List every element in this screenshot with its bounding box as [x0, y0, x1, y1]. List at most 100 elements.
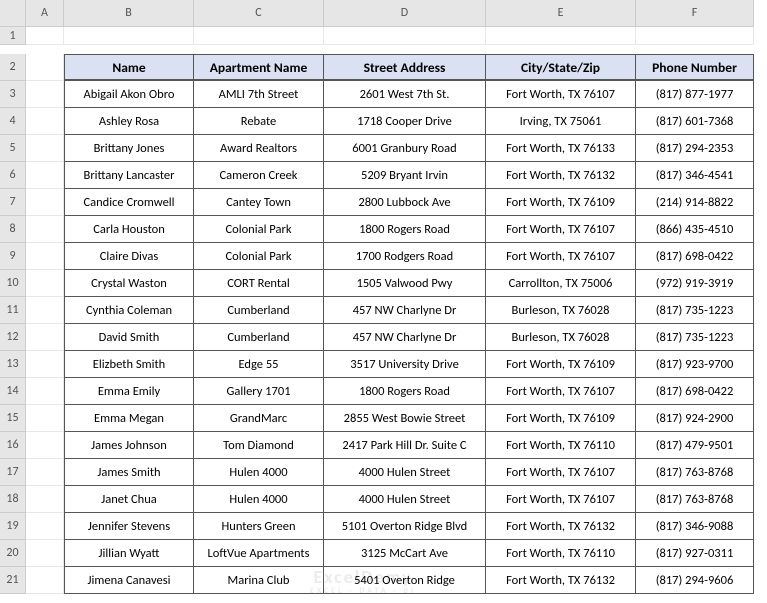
table-header-apartment[interactable]: Apartment Name: [194, 54, 324, 81]
cell-name[interactable]: Emma Megan: [64, 405, 194, 432]
table-header-street[interactable]: Street Address: [324, 54, 486, 81]
cell-apartment[interactable]: Hulen 4000: [194, 459, 324, 486]
cell-A3[interactable]: [26, 81, 64, 108]
cell-city[interactable]: Fort Worth, TX 76132: [486, 567, 636, 594]
col-header-F[interactable]: F: [636, 0, 754, 27]
cell-city[interactable]: Irving, TX 75061: [486, 108, 636, 135]
row-header-11[interactable]: 11: [0, 297, 26, 324]
cell-city[interactable]: Fort Worth, TX 76107: [486, 486, 636, 513]
cell-phone[interactable]: (817) 346-9088: [636, 513, 754, 540]
cell-apartment[interactable]: Marina Club: [194, 567, 324, 594]
cell-apartment[interactable]: GrandMarc: [194, 405, 324, 432]
cell-city[interactable]: Fort Worth, TX 76107: [486, 459, 636, 486]
cell-A20[interactable]: [26, 540, 64, 567]
cell-A14[interactable]: [26, 378, 64, 405]
cell-phone[interactable]: (972) 919-3919: [636, 270, 754, 297]
cell-city[interactable]: Fort Worth, TX 76132: [486, 513, 636, 540]
row-header-8[interactable]: 8: [0, 216, 26, 243]
cell-apartment[interactable]: Award Realtors: [194, 135, 324, 162]
row-header-13[interactable]: 13: [0, 351, 26, 378]
cell-C1[interactable]: [194, 27, 324, 45]
cell-street[interactable]: 2800 Lubbock Ave: [324, 189, 486, 216]
cell-A4[interactable]: [26, 108, 64, 135]
cell-name[interactable]: Elizbeth Smith: [64, 351, 194, 378]
col-header-D[interactable]: D: [324, 0, 486, 27]
cell-A12[interactable]: [26, 324, 64, 351]
spreadsheet-grid[interactable]: A B C D E F 1 2 Name Apartment Name Stre…: [0, 0, 767, 594]
row-header-16[interactable]: 16: [0, 432, 26, 459]
cell-A2[interactable]: [26, 54, 64, 81]
cell-street[interactable]: 4000 Hulen Street: [324, 486, 486, 513]
row-header-2[interactable]: 2: [0, 54, 26, 81]
cell-E1[interactable]: [486, 27, 636, 45]
col-header-C[interactable]: C: [194, 0, 324, 27]
cell-city[interactable]: Fort Worth, TX 76107: [486, 378, 636, 405]
cell-phone[interactable]: (817) 294-9606: [636, 567, 754, 594]
cell-city[interactable]: Burleson, TX 76028: [486, 297, 636, 324]
cell-name[interactable]: Jennifer Stevens: [64, 513, 194, 540]
cell-name[interactable]: Cynthia Coleman: [64, 297, 194, 324]
cell-name[interactable]: Ashley Rosa: [64, 108, 194, 135]
cell-city[interactable]: Fort Worth, TX 76107: [486, 81, 636, 108]
row-header-4[interactable]: 4: [0, 108, 26, 135]
cell-city[interactable]: Fort Worth, TX 76110: [486, 540, 636, 567]
row-header-9[interactable]: 9: [0, 243, 26, 270]
col-header-A[interactable]: A: [26, 0, 64, 27]
row-header-14[interactable]: 14: [0, 378, 26, 405]
cell-phone[interactable]: (817) 601-7368: [636, 108, 754, 135]
cell-D1[interactable]: [324, 27, 486, 45]
cell-street[interactable]: 1718 Cooper Drive: [324, 108, 486, 135]
cell-street[interactable]: 3125 McCart Ave: [324, 540, 486, 567]
cell-street[interactable]: 5101 Overton Ridge Blvd: [324, 513, 486, 540]
cell-phone[interactable]: (817) 735-1223: [636, 297, 754, 324]
cell-name[interactable]: Emma Emily: [64, 378, 194, 405]
cell-street[interactable]: 1700 Rodgers Road: [324, 243, 486, 270]
cell-name[interactable]: Abigail Akon Obro: [64, 81, 194, 108]
row-header-18[interactable]: 18: [0, 486, 26, 513]
cell-apartment[interactable]: Gallery 1701: [194, 378, 324, 405]
cell-street[interactable]: 6001 Granbury Road: [324, 135, 486, 162]
table-header-city[interactable]: City/State/Zip: [486, 54, 636, 81]
col-header-B[interactable]: B: [64, 0, 194, 27]
cell-apartment[interactable]: Cumberland: [194, 324, 324, 351]
cell-phone[interactable]: (817) 927-0311: [636, 540, 754, 567]
cell-street[interactable]: 2601 West 7th St.: [324, 81, 486, 108]
cell-street[interactable]: 457 NW Charlyne Dr: [324, 297, 486, 324]
cell-phone[interactable]: (817) 763-8768: [636, 459, 754, 486]
cell-phone[interactable]: (817) 923-9700: [636, 351, 754, 378]
row-header-21[interactable]: 21: [0, 567, 26, 594]
cell-apartment[interactable]: Tom Diamond: [194, 432, 324, 459]
cell-street[interactable]: 1800 Rogers Road: [324, 378, 486, 405]
cell-phone[interactable]: (817) 294-2353: [636, 135, 754, 162]
row-header-3[interactable]: 3: [0, 81, 26, 108]
row-header-12[interactable]: 12: [0, 324, 26, 351]
cell-city[interactable]: Fort Worth, TX 76132: [486, 162, 636, 189]
cell-street[interactable]: 1800 Rogers Road: [324, 216, 486, 243]
cell-apartment[interactable]: Cantey Town: [194, 189, 324, 216]
cell-city[interactable]: Carrollton, TX 75006: [486, 270, 636, 297]
cell-city[interactable]: Fort Worth, TX 76110: [486, 432, 636, 459]
cell-A1[interactable]: [26, 27, 64, 45]
cell-A10[interactable]: [26, 270, 64, 297]
select-all-corner[interactable]: [0, 0, 26, 27]
row-header-17[interactable]: 17: [0, 459, 26, 486]
cell-street[interactable]: 5401 Overton Ridge: [324, 567, 486, 594]
col-header-E[interactable]: E: [486, 0, 636, 27]
row-header-19[interactable]: 19: [0, 513, 26, 540]
cell-apartment[interactable]: Cumberland: [194, 297, 324, 324]
cell-city[interactable]: Fort Worth, TX 76107: [486, 243, 636, 270]
cell-A7[interactable]: [26, 189, 64, 216]
cell-name[interactable]: Jillian Wyatt: [64, 540, 194, 567]
cell-street[interactable]: 3517 University Drive: [324, 351, 486, 378]
cell-phone[interactable]: (817) 698-0422: [636, 243, 754, 270]
cell-city[interactable]: Fort Worth, TX 76109: [486, 405, 636, 432]
cell-B1[interactable]: [64, 27, 194, 45]
cell-phone[interactable]: (866) 435-4510: [636, 216, 754, 243]
cell-phone[interactable]: (817) 924-2900: [636, 405, 754, 432]
cell-A19[interactable]: [26, 513, 64, 540]
cell-A15[interactable]: [26, 405, 64, 432]
cell-phone[interactable]: (817) 763-8768: [636, 486, 754, 513]
row-header-15[interactable]: 15: [0, 405, 26, 432]
cell-phone[interactable]: (817) 698-0422: [636, 378, 754, 405]
row-header-6[interactable]: 6: [0, 162, 26, 189]
